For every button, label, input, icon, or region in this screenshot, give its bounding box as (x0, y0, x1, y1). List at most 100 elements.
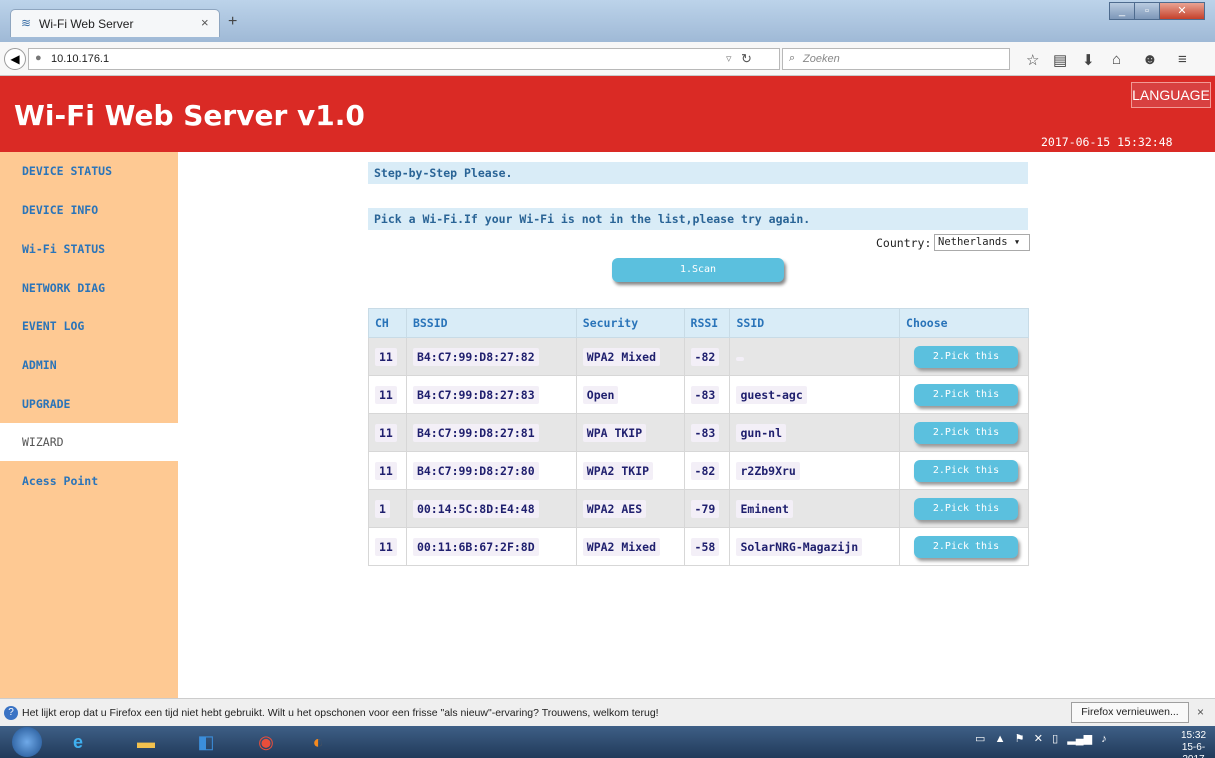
cell-choose: 2.Pick this (899, 527, 1029, 566)
url-text[interactable]: 10.10.176.1 (51, 53, 109, 65)
cell-channel: 1 (368, 489, 407, 528)
tab-title: Wi-Fi Web Server (39, 17, 134, 31)
system-tray: ▭ ▲ ⚑ ✕ ▯ ▂▄▆ ♪ (975, 732, 1107, 745)
table-row: 1 00:14:5C:8D:E4:48 WPA2 AES -79 Eminent 2.Pi… (368, 489, 1029, 528)
cell-rssi-value: -58 (690, 537, 720, 556)
chat-icon[interactable]: ☻ (1142, 51, 1158, 68)
table-row: 11 00:11:6B:67:2F:8D WPA2 Mixed -58 SolarNRG… (368, 527, 1029, 566)
cell-ssid-value: guest-agc (736, 385, 807, 404)
search-placeholder: Zoeken (803, 53, 840, 65)
bookmarks-list-icon[interactable]: ▤ (1053, 51, 1067, 69)
url-bar[interactable]: ● 10.10.176.1 ▿ ↻ (28, 48, 780, 70)
back-icon[interactable]: ◀ (4, 48, 26, 70)
cell-bssid: B4:C7:99:D8:27:82 (405, 337, 577, 376)
cell-channel-value: 11 (375, 537, 397, 556)
tab-close-icon[interactable]: × (201, 15, 209, 30)
clock-date: 15-6-2017 (1181, 742, 1206, 758)
taskbar: e ▬ ◧ ◉ ◐ ▭ ▲ ⚑ ✕ ▯ ▂▄▆ ♪ 15:32 15-6-201… (0, 726, 1215, 758)
sidebar-item-network-diag[interactable]: NETWORK DIAG (0, 269, 178, 307)
country-select[interactable]: Netherlands ▾ (934, 234, 1030, 251)
chevron-down-icon: ▾ (1013, 236, 1021, 248)
pick-this-button[interactable]: 2.Pick this (914, 497, 1019, 520)
cell-security: WPA TKIP (575, 413, 685, 452)
refresh-firefox-button[interactable]: Firefox vernieuwen... (1071, 702, 1189, 723)
help-icon: ? (4, 706, 18, 720)
new-tab-icon[interactable]: + (228, 13, 237, 31)
cell-ssid-value: Eminent (736, 499, 793, 518)
cell-choose: 2.Pick this (899, 413, 1029, 452)
sidebar-item-upgrade[interactable]: UPGRADE (0, 385, 178, 423)
menu-icon[interactable]: ≡ (1178, 51, 1187, 68)
sidebar-item-event-log[interactable]: EVENT LOG (0, 307, 178, 345)
bookmark-star-icon[interactable]: ☆ (1026, 51, 1039, 69)
url-dropdown-icon[interactable]: ▿ (726, 52, 732, 65)
pick-this-button[interactable]: 2.Pick this (914, 421, 1019, 444)
cell-bssid-value: B4:C7:99:D8:27:81 (412, 423, 539, 442)
close-window-icon[interactable]: ✕ (1159, 2, 1205, 20)
clock[interactable]: 15:32 15-6-2017 (1172, 730, 1215, 758)
cell-channel: 11 (368, 337, 407, 376)
cell-ssid: Eminent (729, 489, 901, 528)
download-icon[interactable]: ⬇ (1082, 51, 1095, 69)
browser-titlebar: ≋ Wi-Fi Web Server × + _ ▫ ✕ (0, 0, 1215, 42)
cell-channel-value: 11 (375, 385, 397, 404)
start-icon[interactable] (12, 727, 42, 757)
flag-icon[interactable]: ⚑ (1015, 733, 1025, 745)
home-icon[interactable]: ⌂ (1112, 51, 1121, 68)
cell-ssid: r2Zb9Xru (729, 451, 901, 490)
globe-icon: ● (35, 52, 42, 64)
sidebar-item-access-point[interactable]: Acess Point (0, 462, 178, 500)
cell-bssid-value: B4:C7:99:D8:27:80 (412, 461, 539, 480)
table-row: 11 B4:C7:99:D8:27:80 WPA2 TKIP -82 r2Zb9Xru 2… (368, 451, 1029, 490)
pick-this-button[interactable]: 2.Pick this (914, 383, 1019, 406)
cell-ssid: guest-agc (729, 375, 901, 414)
cell-channel: 11 (368, 527, 407, 566)
firefox-icon[interactable]: ◐ (298, 729, 338, 755)
sidebar-item-admin[interactable]: ADMIN (0, 346, 178, 384)
notification-bar: ? Het lijkt erop dat u Firefox een tijd … (0, 698, 1215, 726)
pick-this-button[interactable]: 2.Pick this (914, 459, 1019, 482)
language-button[interactable]: LANGUAGE (1131, 82, 1211, 108)
pick-this-button[interactable]: 2.Pick this (914, 535, 1019, 558)
cell-choose: 2.Pick this (899, 451, 1029, 490)
maximize-icon[interactable]: ▫ (1134, 2, 1160, 20)
minimize-icon[interactable]: _ (1109, 2, 1135, 20)
sidebar-item-device-status[interactable]: DEVICE STATUS (0, 152, 178, 190)
cell-security-value: WPA2 Mixed (582, 537, 661, 556)
cell-rssi-value: -82 (690, 461, 720, 480)
cell-security-value: WPA2 TKIP (582, 461, 654, 480)
ie-icon[interactable]: e (58, 729, 98, 755)
cell-rssi: -58 (683, 527, 731, 566)
close-icon[interactable]: × (1197, 705, 1204, 719)
column-header: RSSI (683, 308, 731, 338)
volume-icon[interactable]: ♪ (1101, 733, 1107, 745)
outlook-icon[interactable]: ◧ (186, 729, 226, 755)
network-icon[interactable]: ▂▄▆ (1067, 733, 1092, 745)
wifi-icon: ≋ (21, 16, 32, 30)
datetime-display: 2017-06-15 15:32:48 (1041, 135, 1173, 149)
search-input[interactable]: ⌕ Zoeken (782, 48, 1010, 70)
scan-button[interactable]: 1.Scan (612, 258, 784, 282)
sidebar-item-device-info[interactable]: DEVICE INFO (0, 191, 178, 229)
cell-rssi-value: -83 (690, 385, 720, 404)
sidebar-item-wifi-status[interactable]: Wi-Fi STATUS (0, 230, 178, 268)
cell-rssi-value: -79 (690, 499, 720, 518)
cell-choose: 2.Pick this (899, 489, 1029, 528)
chrome-icon[interactable]: ◉ (246, 729, 286, 755)
cell-channel-value: 11 (375, 347, 397, 366)
sidebar-item-wizard[interactable]: WIZARD (0, 423, 178, 461)
pick-this-button[interactable]: 2.Pick this (914, 345, 1019, 368)
cell-ssid-value: gun-nl (736, 423, 787, 442)
browser-navbar: ◀ ● 10.10.176.1 ▿ ↻ ⌕ Zoeken ☆ ▤ ⬇ ⌂ ☻ ≡ (0, 42, 1215, 76)
security-icon[interactable]: ✕ (1034, 733, 1043, 745)
browser-tab[interactable]: ≋ Wi-Fi Web Server × (10, 9, 220, 37)
reload-icon[interactable]: ↻ (741, 51, 752, 67)
country-label: Country: (876, 236, 932, 250)
cell-channel: 11 (368, 451, 407, 490)
explorer-icon[interactable]: ▬ (126, 729, 166, 755)
battery-icon[interactable]: ▯ (1052, 733, 1058, 745)
tray-expand-icon[interactable]: ▲ (995, 733, 1006, 745)
keyboard-icon[interactable]: ▭ (975, 733, 985, 745)
column-header: CH (368, 308, 407, 338)
cell-ssid: gun-nl (729, 413, 901, 452)
